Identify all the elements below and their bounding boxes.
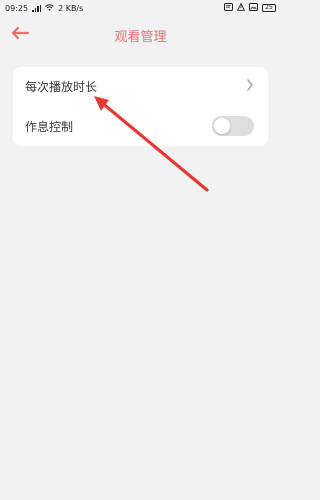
battery-level: 25 [265, 4, 273, 11]
alert-icon [236, 2, 246, 13]
wifi-icon [45, 3, 54, 13]
network-speed: 2 KB/s [58, 3, 84, 13]
status-left: 09:25 2 KB/s [5, 3, 83, 13]
battery-icon: 25 [262, 4, 276, 12]
status-right: 25 [224, 2, 276, 13]
schedule-control-toggle[interactable] [212, 116, 254, 137]
top-bar: 观看管理 [0, 16, 281, 52]
status-bar: 09:25 2 KB/s 25 [0, 0, 281, 16]
signal-icon [32, 4, 42, 12]
toggle-knob [214, 118, 230, 135]
setting-label-play-duration: 每次播放时长 [25, 80, 98, 95]
page-title: 观看管理 [114, 30, 167, 45]
setting-label-schedule-control: 作息控制 [25, 119, 74, 134]
settings-card: 每次播放时长 作息控制 [13, 67, 268, 146]
chevron-right-icon [246, 79, 254, 94]
setting-row-schedule-control: 作息控制 [13, 107, 268, 147]
notification-icon [224, 3, 233, 13]
status-time: 09:25 [5, 3, 29, 13]
setting-row-play-duration[interactable]: 每次播放时长 [13, 67, 268, 107]
gallery-icon [249, 3, 258, 13]
